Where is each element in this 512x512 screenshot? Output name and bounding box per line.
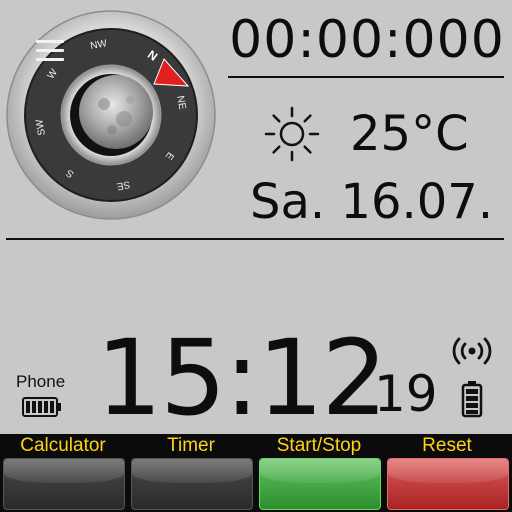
moon-icon — [79, 75, 153, 149]
compass-label-se: SE — [115, 178, 130, 191]
date-display: Sa. 16.07. — [250, 174, 494, 230]
temperature: 25°C — [350, 106, 469, 162]
sun-icon — [264, 106, 320, 162]
battery-icon — [22, 397, 61, 417]
divider — [228, 76, 504, 78]
timer-button[interactable] — [131, 458, 253, 510]
clock-hours-minutes: 15:12 — [96, 317, 388, 439]
clock-seconds: 19 — [374, 365, 438, 423]
timer-button-label: Timer — [167, 435, 215, 456]
calculator-button[interactable] — [3, 458, 125, 510]
divider — [6, 238, 504, 240]
battery-icon — [461, 381, 483, 418]
hamburger-menu-icon[interactable] — [36, 40, 64, 62]
start-stop-button-label: Start/Stop — [276, 435, 362, 456]
broadcast-signal-icon — [452, 337, 492, 365]
phone-label: Phone — [16, 372, 66, 391]
stopwatch-display: 00:00:000 — [229, 10, 505, 70]
start-stop-button[interactable] — [259, 458, 381, 510]
reset-button[interactable] — [387, 458, 509, 510]
reset-button-label: Reset — [422, 435, 472, 456]
compass-dial: NNEESESSWWNW — [6, 10, 216, 220]
calculator-button-label: Calculator — [20, 435, 106, 456]
